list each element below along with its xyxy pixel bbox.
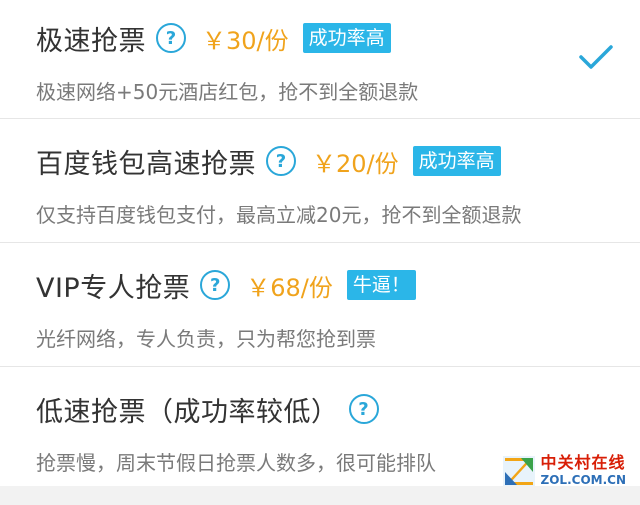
bottom-bar [0, 486, 640, 505]
option-description: 光纤网络，专人负责，只为帮您抢到票 [36, 327, 376, 351]
divider [0, 242, 640, 243]
success-rate-badge: 成功率高 [412, 146, 501, 176]
divider [0, 118, 640, 119]
option-description: 极速网络+50元酒店红包，抢不到全额退款 [36, 80, 419, 104]
option-title-row: 低速抢票（成功率较低） ? [36, 389, 616, 429]
option-title: 低速抢票（成功率较低） [36, 396, 339, 428]
question-circle-icon[interactable]: ? [266, 146, 296, 176]
option-price: ￥30/份 [202, 26, 289, 55]
question-circle-icon[interactable]: ? [200, 270, 231, 300]
zol-logo-icon [502, 456, 535, 486]
option-baidu-wallet-grab[interactable]: 百度钱包高速抢票 ? ￥20/份 成功率高 仅支持百度钱包支付，最高立减20元，… [0, 141, 640, 228]
option-title: 极速抢票 [36, 25, 146, 57]
option-price: ￥68/份 [246, 273, 333, 302]
watermark-cn: 中关村在线 [540, 452, 626, 472]
zol-watermark: 中关村在线 ZOL.COM.CN [501, 452, 626, 488]
divider [0, 366, 640, 367]
watermark-en: ZOL.COM.CN [540, 472, 626, 487]
checkmark-icon [579, 45, 613, 69]
option-title-row: 百度钱包高速抢票 ? ￥20/份 成功率高 [36, 141, 616, 181]
option-title: VIP专人抢票 [36, 272, 191, 304]
option-title-row: VIP专人抢票 ? ￥68/份 牛逼！ [36, 265, 616, 305]
success-rate-badge: 成功率高 [302, 23, 391, 53]
vip-badge: 牛逼！ [346, 270, 416, 300]
option-price: ￥20/份 [312, 149, 399, 178]
watermark-text: 中关村在线 ZOL.COM.CN [540, 452, 626, 487]
option-description: 仅支持百度钱包支付，最高立减20元，抢不到全额退款 [36, 203, 522, 227]
option-title: 百度钱包高速抢票 [36, 148, 256, 180]
ticket-option-list: 极速抢票 ? ￥30/份 成功率高 极速网络+50元酒店红包，抢不到全额退款 百… [0, 0, 640, 505]
question-circle-icon[interactable]: ? [156, 23, 186, 53]
option-title-row: 极速抢票 ? ￥30/份 成功率高 [36, 18, 616, 58]
option-vip-grab[interactable]: VIP专人抢票 ? ￥68/份 牛逼！ 光纤网络，专人负责，只为帮您抢到票 [0, 265, 640, 352]
option-express-grab[interactable]: 极速抢票 ? ￥30/份 成功率高 极速网络+50元酒店红包，抢不到全额退款 [0, 18, 640, 105]
question-circle-icon[interactable]: ? [348, 394, 379, 424]
